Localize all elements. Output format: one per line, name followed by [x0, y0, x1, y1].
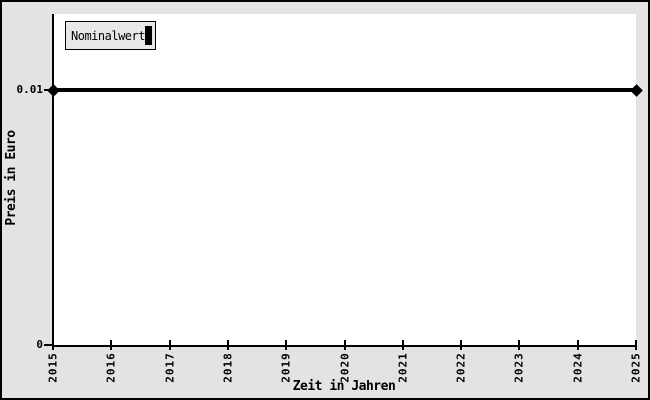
chart-frame: 2015 2016 2017 2018 2019 2020 2021 2022 2023 2024…: [0, 0, 650, 400]
x-tick-label: 2024: [571, 352, 585, 383]
x-tick-label: 2016: [104, 352, 118, 383]
y-tick-label: 0.01: [16, 83, 44, 96]
legend-line-marker-icon: [144, 26, 152, 45]
legend: Nominalwert: [65, 21, 156, 50]
plot-area: [53, 14, 636, 345]
x-tick-label: 2022: [454, 352, 468, 383]
x-tick-label: 2023: [512, 352, 526, 383]
legend-label: Nominalwert: [71, 28, 145, 43]
y-axis-line: [52, 14, 54, 347]
x-tick-label: 2015: [46, 352, 60, 383]
y-tick-mark: [44, 344, 53, 346]
series-line-nominalwert: [53, 88, 636, 92]
y-axis-title: Preis in Euro: [4, 130, 19, 226]
x-axis-title: Zeit in Jahren: [292, 379, 396, 394]
x-tick-label: 2025: [629, 352, 643, 383]
y-tick-label: 0: [36, 338, 43, 351]
x-tick-label: 2017: [163, 352, 177, 383]
x-tick-label: 2018: [221, 352, 235, 383]
